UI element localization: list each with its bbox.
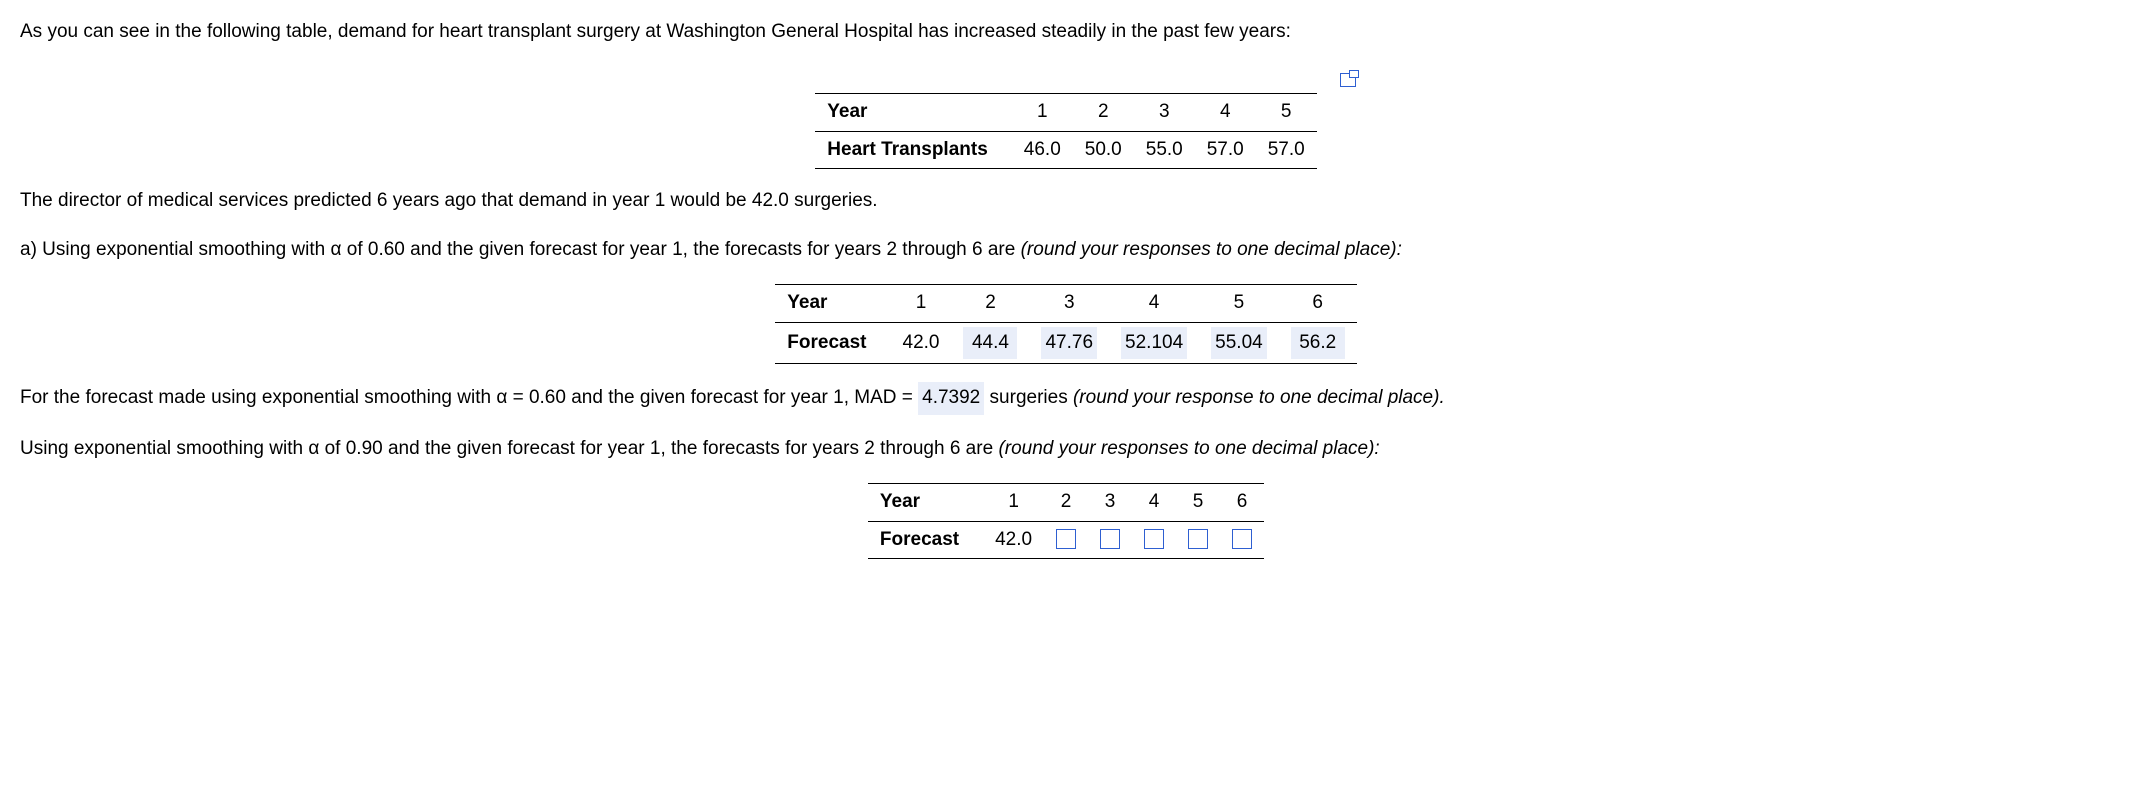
blank-input[interactable] [1044,521,1088,559]
intro-text: As you can see in the following table, d… [20,18,2112,47]
cell: 1 [983,484,1044,522]
question-a-text: a) Using exponential smoothing with α of… [20,236,2112,265]
answer-cell[interactable]: 47.76 [1029,322,1109,364]
cell: 3 [1029,285,1109,323]
cell: 1 [891,285,952,323]
row-label: Forecast [868,521,983,559]
mad-input[interactable]: 4.7392 [918,382,984,415]
row-label: Heart Transplants [815,131,1012,169]
answer-cell[interactable]: 44.4 [951,322,1029,364]
cell: 55.0 [1134,131,1195,169]
cell: 4 [1132,484,1176,522]
cell: 42.0 [983,521,1044,559]
answer-cell[interactable]: 56.2 [1279,322,1357,364]
cell: 3 [1134,94,1195,132]
popup-icon[interactable] [1340,73,1356,87]
blank-input[interactable] [1088,521,1132,559]
blank-input[interactable] [1132,521,1176,559]
prediction-text: The director of medical services predict… [20,187,2112,216]
row-label: Forecast [775,322,890,364]
cell: 5 [1199,285,1279,323]
cell: 57.0 [1195,131,1256,169]
cell: 42.0 [891,322,952,364]
row-label: Year [815,94,1012,132]
cell: 50.0 [1073,131,1134,169]
forecast-table-090: Year 1 2 3 4 5 6 Forecast 42.0 [868,483,1264,559]
cell: 3 [1088,484,1132,522]
cell: 2 [1044,484,1088,522]
cell: 2 [1073,94,1134,132]
blank-input[interactable] [1176,521,1220,559]
cell: 57.0 [1256,131,1317,169]
cell: 5 [1256,94,1317,132]
cell: 46.0 [1012,131,1073,169]
cell: 4 [1195,94,1256,132]
forecast-table-060: Year 1 2 3 4 5 6 Forecast 42.0 44.4 47.7… [775,284,1356,364]
cell: 6 [1220,484,1264,522]
data-table-demand: Year 1 2 3 4 5 Heart Transplants 46.0 50… [815,93,1316,169]
answer-cell[interactable]: 52.104 [1109,322,1199,364]
question-090-text: Using exponential smoothing with α of 0.… [20,435,2112,464]
mad-text: For the forecast made using exponential … [20,382,2112,415]
blank-input[interactable] [1220,521,1264,559]
row-label: Year [775,285,890,323]
cell: 1 [1012,94,1073,132]
row-label: Year [868,484,983,522]
cell: 2 [951,285,1029,323]
cell: 4 [1109,285,1199,323]
cell: 5 [1176,484,1220,522]
cell: 6 [1279,285,1357,323]
answer-cell[interactable]: 55.04 [1199,322,1279,364]
